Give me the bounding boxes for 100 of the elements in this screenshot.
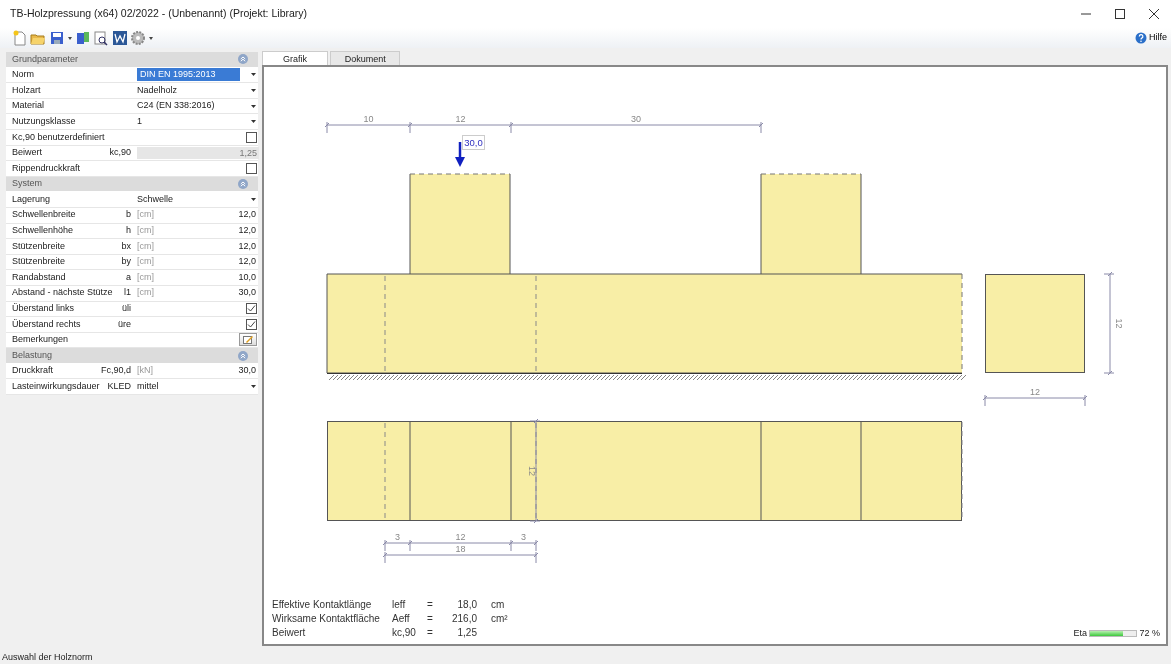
property-label: Lasteinwirkungsdauer: [11, 380, 101, 393]
result-symbol: kc,90: [392, 626, 417, 640]
number-field[interactable]: 30,0: [238, 286, 258, 300]
property-symbol: KLED: [106, 380, 132, 393]
eta-reading: 72 %: [1139, 626, 1160, 640]
property-label: Schwellenbreite: [11, 208, 77, 222]
result-value: 18,0: [456, 598, 477, 612]
unit-label: [cm]: [137, 270, 154, 284]
dimension-label: 18: [455, 544, 466, 554]
unit-label: [cm]: [137, 255, 154, 269]
result-symbol: leff: [392, 598, 407, 612]
result-unit: cm²: [490, 612, 508, 626]
checkbox[interactable]: [246, 131, 257, 143]
property-label: Stützenbreite: [11, 239, 67, 253]
checkbox[interactable]: [246, 303, 257, 315]
property-row[interactable]: Rippendruckkraft: [6, 161, 258, 177]
result-label: Wirksame Kontaktfläche: [272, 612, 381, 626]
caret-icon[interactable]: [250, 73, 256, 77]
dropdown-field[interactable]: 1: [137, 114, 142, 129]
caret-icon[interactable]: [250, 385, 256, 389]
property-label: Überstand links: [11, 302, 76, 316]
load-label: 30,0: [462, 135, 485, 150]
dropdown-field[interactable]: DIN EN 1995:2013: [137, 68, 240, 82]
number-field[interactable]: 12,0: [238, 239, 258, 254]
caret-icon[interactable]: [250, 89, 256, 92]
eta-label: Eta: [1073, 626, 1087, 640]
section-header[interactable]: Grundparameter: [6, 52, 258, 68]
export-icon[interactable]: [75, 30, 91, 46]
dimension-label: 3: [395, 532, 400, 542]
result-unit: cm: [490, 598, 505, 612]
tab[interactable]: Dokument: [330, 51, 401, 65]
unit-label: [cm]: [137, 208, 154, 222]
property-symbol: l1: [123, 286, 132, 300]
property-symbol: h: [125, 224, 132, 238]
checkbox[interactable]: [246, 318, 257, 330]
property-symbol: üre: [117, 317, 132, 331]
property-label: Kc,90 benutzerdefiniert: [11, 130, 106, 144]
number-field[interactable]: 10,0: [238, 270, 258, 285]
property-label: Randabstand: [11, 270, 67, 284]
eta-progress-bar: [1089, 629, 1138, 637]
property-label: Beiwert: [11, 146, 43, 160]
caret-icon[interactable]: [250, 198, 256, 202]
property-label: Schwellenhöhe: [11, 224, 75, 238]
property-label: Rippendruckkraft: [11, 161, 82, 175]
dropdown-field[interactable]: mittel: [137, 380, 159, 394]
result-label: Beiwert: [272, 626, 307, 640]
dimension-label: 30: [631, 114, 641, 124]
property-label: Druckkraft: [11, 364, 54, 378]
dimension-label: 12: [1030, 387, 1040, 397]
unit-label: [kN]: [137, 364, 153, 378]
dimension-label: 12: [455, 532, 466, 542]
property-symbol: kc,90: [108, 146, 132, 160]
number-field[interactable]: 12,0: [238, 255, 258, 269]
number-field[interactable]: 30,0: [238, 364, 258, 378]
section-header[interactable]: Belastung: [6, 348, 258, 364]
document-icon[interactable]: [111, 30, 128, 46]
help-icon: [1135, 32, 1147, 44]
result-value: 1,25: [456, 626, 477, 640]
edit-note-button[interactable]: [239, 333, 257, 347]
number-field[interactable]: 12,0: [238, 224, 258, 238]
property-label: Stützenbreite: [11, 255, 67, 269]
property-symbol: by: [120, 255, 132, 269]
caret-icon[interactable]: [250, 120, 256, 124]
dropdown-field[interactable]: Schwelle: [137, 192, 174, 207]
dropdown-field[interactable]: C24 (EN 338:2016): [137, 99, 215, 113]
property-label: Nutzungsklasse: [11, 114, 77, 128]
tab[interactable]: Grafik: [262, 51, 328, 65]
dimension-label: 10: [363, 114, 374, 124]
caret-icon[interactable]: [148, 35, 154, 41]
dimension-label: 12: [527, 466, 537, 476]
preview-icon[interactable]: [93, 30, 110, 46]
property-symbol: a: [125, 270, 132, 284]
checkbox[interactable]: [246, 162, 257, 174]
caret-icon[interactable]: [250, 104, 256, 108]
dropdown-field[interactable]: Nadelholz: [137, 83, 178, 98]
number-field[interactable]: 12,0: [238, 208, 258, 222]
dimension-label: 12: [455, 114, 466, 124]
save-icon[interactable]: [48, 30, 65, 46]
property-label: Holzart: [11, 83, 42, 97]
window-title: TB-Holzpressung (x64) 02/2022 - (Unbenannt) (Projekt: Library): [10, 6, 309, 22]
dimension-label: 12: [1114, 318, 1124, 329]
unit-label: [cm]: [137, 224, 154, 238]
property-label: Lagerung: [11, 192, 52, 206]
caret-icon[interactable]: [66, 35, 73, 41]
dimension-label: 3: [521, 532, 526, 542]
property-label: Abstand - nächste Stütze: [11, 286, 114, 300]
property-symbol: Fc,90,d: [100, 364, 132, 378]
readonly-field: 1,25: [137, 146, 259, 159]
property-label: Überstand rechts: [11, 317, 82, 331]
close-icon: [1149, 9, 1159, 19]
property-row[interactable]: Überstand rechts üre: [6, 317, 258, 333]
property-symbol: bx: [120, 239, 132, 253]
maximize-icon: [1115, 9, 1125, 19]
result-symbol: Aeff: [392, 612, 411, 626]
help-button[interactable]: Hilfe: [1131, 31, 1171, 45]
result-label: Effektive Kontaktlänge: [272, 598, 373, 612]
result-value: 216,0: [450, 612, 477, 626]
property-symbol: üli: [121, 302, 132, 316]
status-text: Auswahl der Holznorm: [1, 651, 94, 664]
unit-label: [cm]: [137, 286, 154, 300]
